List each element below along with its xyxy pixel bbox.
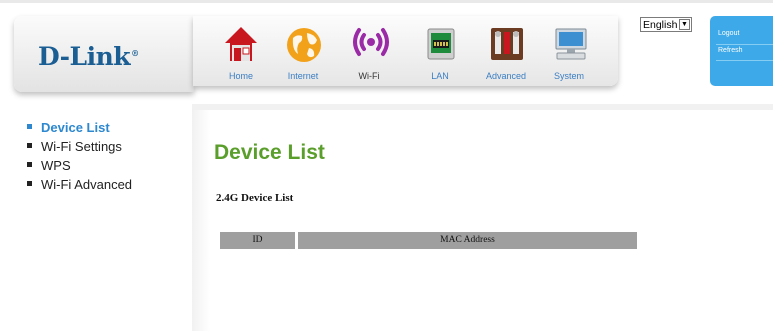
sidebar-item-device-list[interactable]: Device List bbox=[27, 120, 132, 139]
table-header-id: ID bbox=[220, 232, 295, 249]
sidebar-item-label: Wi-Fi Settings bbox=[41, 139, 122, 154]
logout-link[interactable]: Logout bbox=[718, 30, 739, 37]
computer-icon bbox=[555, 28, 587, 60]
section-title: 2.4G Device List bbox=[216, 192, 294, 204]
sidebar-item-label: WPS bbox=[41, 158, 71, 173]
sidebar-item-label: Wi-Fi Advanced bbox=[41, 177, 133, 192]
language-select[interactable]: English ▼ bbox=[640, 17, 692, 32]
dlink-logo: D-Link® bbox=[38, 42, 139, 71]
chevron-down-icon: ▼ bbox=[679, 19, 690, 30]
lan-icon bbox=[427, 28, 455, 60]
nav-system-label: System bbox=[553, 71, 584, 81]
language-selected-value: English bbox=[643, 19, 678, 31]
table-header-mac-address: MAC Address bbox=[298, 232, 637, 249]
sidebar-item-wps[interactable]: WPS bbox=[27, 158, 132, 177]
bullet-icon bbox=[27, 181, 32, 187]
main-nav: Home Internet Wi-Fi LAN Advanced System bbox=[193, 16, 618, 86]
nav-system[interactable]: System bbox=[539, 16, 599, 86]
nav-internet-label: Internet bbox=[287, 71, 319, 81]
nav-advanced[interactable]: Advanced bbox=[476, 16, 536, 86]
bullet-icon bbox=[27, 143, 32, 149]
sidebar: Device List Wi-Fi Settings WPS Wi-Fi Adv… bbox=[27, 120, 132, 196]
nav-lan[interactable]: LAN bbox=[410, 16, 470, 86]
nav-wifi-label: Wi-Fi bbox=[358, 71, 380, 81]
content-panel bbox=[192, 104, 773, 331]
page-title: Device List bbox=[214, 141, 325, 164]
sidebar-item-wifi-settings[interactable]: Wi-Fi Settings bbox=[27, 139, 132, 158]
nav-advanced-label: Advanced bbox=[485, 71, 527, 81]
account-panel: Logout Refresh bbox=[710, 16, 773, 86]
tools-icon bbox=[491, 28, 523, 60]
refresh-link[interactable]: Refresh bbox=[718, 47, 743, 54]
home-icon bbox=[225, 27, 257, 61]
nav-internet[interactable]: Internet bbox=[273, 16, 333, 86]
account-divider bbox=[716, 60, 773, 61]
nav-home[interactable]: Home bbox=[211, 16, 271, 86]
bullet-icon bbox=[27, 124, 32, 130]
nav-wifi[interactable]: Wi-Fi bbox=[339, 16, 399, 86]
sidebar-item-wifi-advanced[interactable]: Wi-Fi Advanced bbox=[27, 177, 132, 196]
bullet-icon bbox=[27, 162, 32, 168]
account-divider bbox=[716, 44, 773, 45]
nav-lan-label: LAN bbox=[431, 71, 449, 81]
nav-home-label: Home bbox=[228, 71, 253, 81]
top-divider bbox=[0, 0, 773, 3]
wifi-icon bbox=[353, 28, 389, 56]
globe-icon bbox=[287, 28, 321, 62]
sidebar-item-label: Device List bbox=[41, 120, 110, 135]
